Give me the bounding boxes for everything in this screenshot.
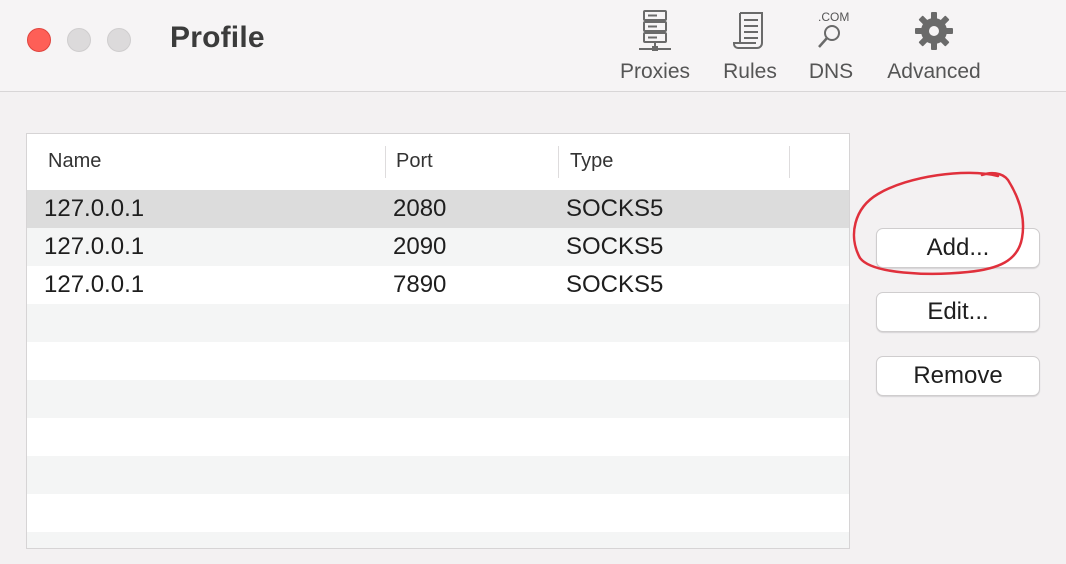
- toolbar-proxies[interactable]: Proxies: [612, 8, 698, 88]
- dns-icon-text: .COM: [818, 10, 849, 24]
- column-divider[interactable]: [558, 146, 559, 178]
- toolbar-rules[interactable]: Rules: [715, 8, 785, 88]
- toolbar-advanced[interactable]: Advanced: [876, 8, 992, 88]
- server-icon: [632, 8, 678, 54]
- column-header-port[interactable]: Port: [396, 150, 433, 173]
- add-button[interactable]: Add...: [876, 228, 1040, 268]
- empty-row: [27, 532, 849, 548]
- table-row[interactable]: 127.0.0.1 2080 SOCKS5: [27, 190, 849, 228]
- edit-button[interactable]: Edit...: [876, 292, 1040, 332]
- column-header-type[interactable]: Type: [570, 150, 613, 173]
- cell-type: SOCKS5: [566, 195, 664, 222]
- toolbar-dns[interactable]: .COM DNS: [800, 8, 862, 88]
- column-divider[interactable]: [385, 146, 386, 178]
- title-bar: Profile Proxies Rules .COM DNS Advanced: [0, 0, 1066, 92]
- table-header: Name Port Type: [27, 134, 849, 190]
- cell-type: SOCKS5: [566, 233, 664, 260]
- maximize-window-button[interactable]: [107, 28, 131, 52]
- empty-row: [27, 342, 849, 380]
- window-title: Profile: [170, 21, 265, 54]
- minimize-window-button[interactable]: [67, 28, 91, 52]
- cell-type: SOCKS5: [566, 271, 664, 298]
- close-window-button[interactable]: [27, 28, 51, 52]
- gear-icon: [911, 8, 957, 54]
- table-row[interactable]: 127.0.0.1 2090 SOCKS5: [27, 228, 849, 266]
- cell-name: 127.0.0.1: [44, 271, 145, 298]
- empty-row: [27, 418, 849, 456]
- cell-port: 2090: [393, 233, 447, 260]
- toolbar-dns-label: DNS: [808, 60, 854, 83]
- cell-name: 127.0.0.1: [44, 195, 145, 222]
- dns-magnifier-icon: .COM: [808, 8, 854, 54]
- scroll-icon: [727, 8, 773, 54]
- proxy-table[interactable]: Name Port Type 127.0.0.1 2080 SOCKS5 127…: [26, 133, 850, 549]
- column-divider[interactable]: [789, 146, 790, 178]
- empty-row: [27, 456, 849, 494]
- empty-row: [27, 304, 849, 342]
- toolbar-proxies-label: Proxies: [619, 60, 691, 83]
- column-header-name[interactable]: Name: [48, 150, 101, 173]
- cell-name: 127.0.0.1: [44, 233, 145, 260]
- table-row[interactable]: 127.0.0.1 7890 SOCKS5: [27, 266, 849, 304]
- cell-port: 7890: [393, 271, 447, 298]
- empty-row: [27, 380, 849, 418]
- toolbar-advanced-label: Advanced: [887, 60, 981, 83]
- cell-port: 2080: [393, 195, 447, 222]
- empty-row: [27, 494, 849, 532]
- toolbar-rules-label: Rules: [723, 60, 777, 83]
- remove-button[interactable]: Remove: [876, 356, 1040, 396]
